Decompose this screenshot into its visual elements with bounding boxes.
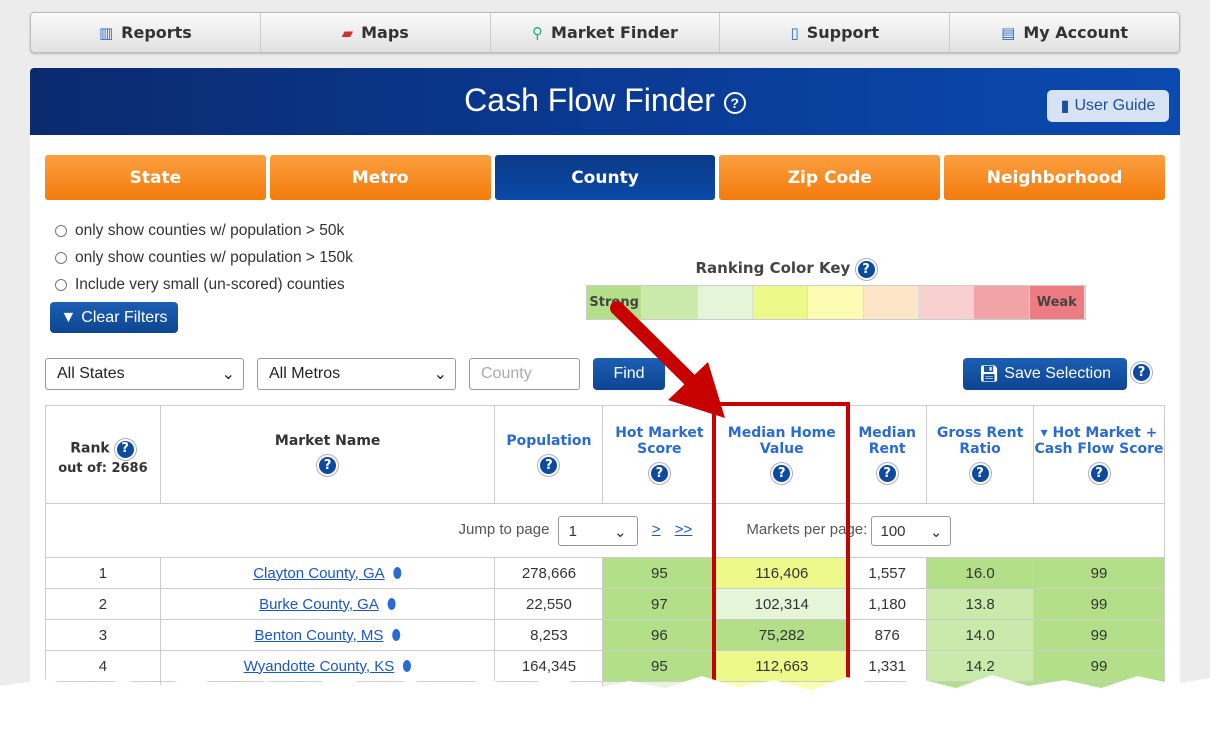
page: ▥ Reports ▰ Maps ⚲ Market Finder ▯ Support ▤…: [0, 0, 1210, 690]
cell: [45, 681, 161, 690]
cell: [847, 681, 928, 690]
annotation-arrow: [610, 301, 725, 418]
cell: [926, 681, 1035, 690]
